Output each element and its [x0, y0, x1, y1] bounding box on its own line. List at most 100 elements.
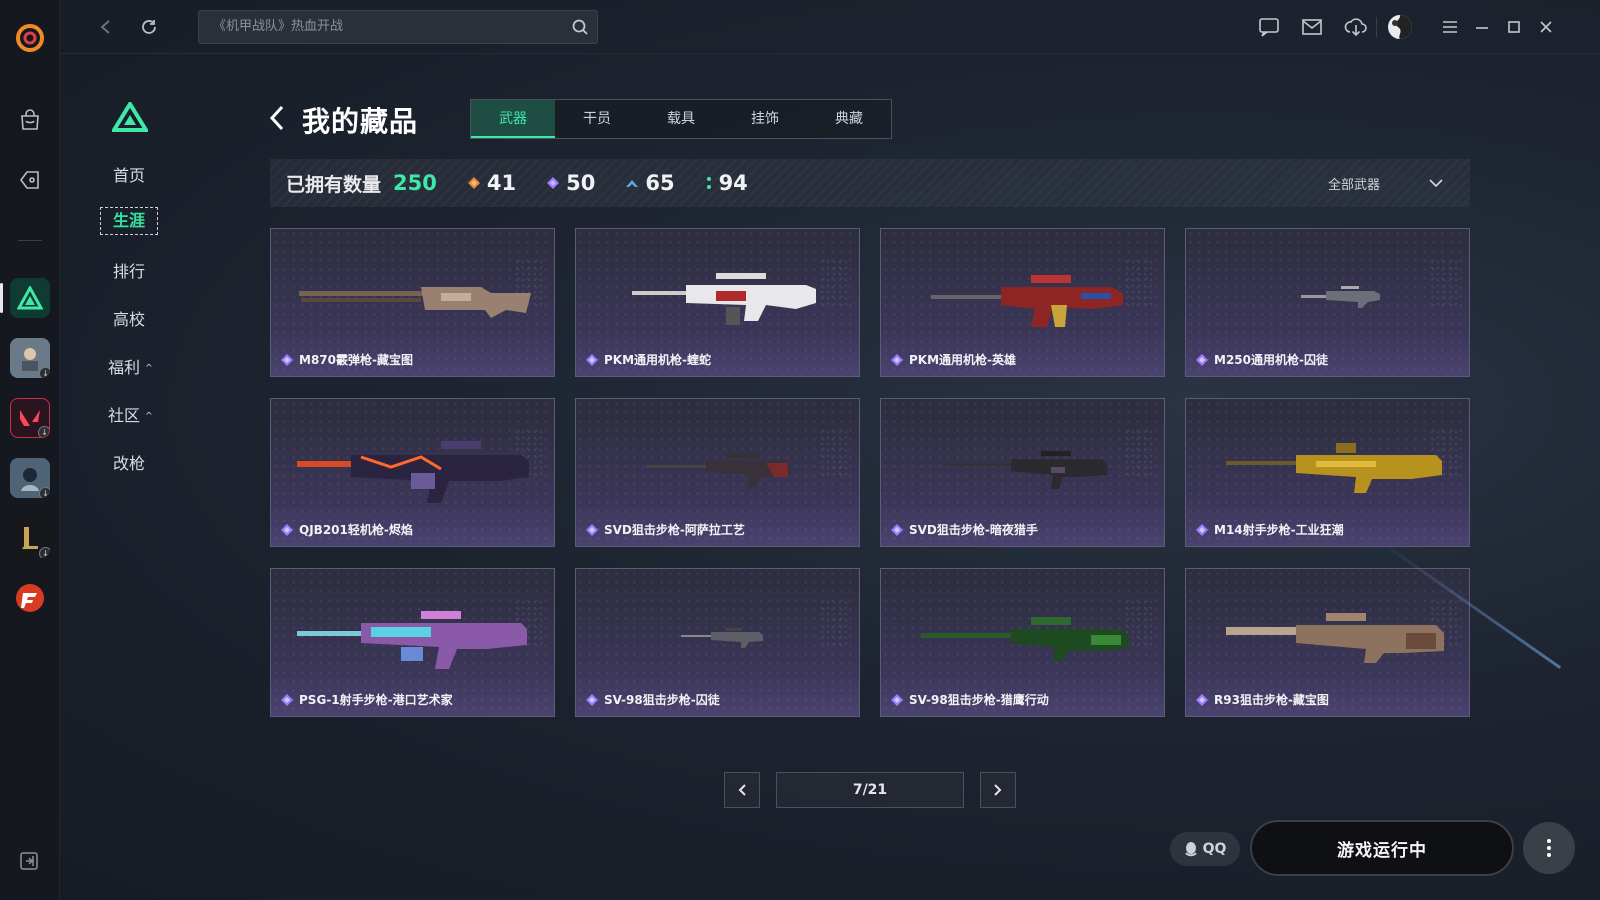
game-running-button[interactable]: 游戏运行中 — [1250, 820, 1514, 876]
mail-icon[interactable] — [1298, 13, 1326, 41]
nav-ranking[interactable]: 排行 — [100, 258, 158, 282]
weapon-card[interactable]: SV-98狙击步枪-猎鹰行动 — [880, 568, 1165, 717]
download-manager-icon[interactable] — [1342, 13, 1370, 41]
search-input[interactable]: 《机甲战队》热血开战 — [198, 10, 598, 44]
weapon-card[interactable]: SVD狙击步枪-暗夜猎手 — [880, 398, 1165, 547]
purple-rarity-icon — [586, 693, 598, 706]
collapse-rail-icon[interactable] — [20, 852, 38, 874]
item-name: M250通用机枪-囚徒 — [1214, 353, 1328, 367]
blue-rarity-stat: 65 — [625, 171, 675, 195]
back-nav-button[interactable] — [92, 14, 118, 40]
weapon-card[interactable]: M250通用机枪-囚徒 — [1185, 228, 1470, 377]
back-arrow-icon[interactable] — [268, 104, 286, 136]
tab-charms[interactable]: 挂饰 — [723, 100, 807, 138]
purple-rarity-stat: 50 — [546, 171, 595, 195]
chevron-left-icon — [738, 784, 746, 796]
chevron-down-icon — [1429, 179, 1443, 188]
nav-college[interactable]: 高校 — [100, 306, 158, 330]
prev-page-button[interactable] — [724, 772, 760, 808]
rail-active-indicator — [0, 283, 3, 313]
item-label: M14射手步枪-工业狂潮 — [1196, 521, 1344, 538]
weapon-card[interactable]: PKM通用机枪-英雄 — [880, 228, 1165, 377]
menu-icon[interactable] — [1436, 13, 1464, 41]
maximize-icon[interactable] — [1500, 13, 1528, 41]
weapon-card[interactable]: QJB201轻机枪-烬焰 — [270, 398, 555, 547]
tab-vehicles[interactable]: 载具 — [639, 100, 723, 138]
weapon-filter-dropdown[interactable]: 全部武器 — [1328, 159, 1444, 207]
purple-rarity-icon — [586, 353, 598, 366]
item-label: SVD狙击步枪-暗夜猎手 — [891, 521, 1038, 538]
tab-operators[interactable]: 干员 — [555, 100, 639, 138]
weapon-card[interactable]: M870霰弹枪-藏宝图 — [270, 228, 555, 377]
machine-gun-image — [632, 273, 816, 325]
purple-rarity-icon — [891, 523, 903, 536]
purple-rarity-icon — [281, 523, 293, 536]
nav-community[interactable]: 社区 ^ — [108, 402, 166, 426]
weapon-card[interactable]: PSG-1射手步枪-港口艺术家 — [270, 568, 555, 717]
qq-label: QQ — [1202, 841, 1227, 857]
nav-welfare[interactable]: 福利 ^ — [108, 354, 166, 378]
weapon-card[interactable]: SV-98狙击步枪-囚徒 — [575, 568, 860, 717]
orange-rarity-stat: 41 — [467, 171, 516, 195]
weapon-card[interactable]: SVD狙击步枪-阿萨拉工艺 — [575, 398, 860, 547]
fantasy-game-icon[interactable]: ↓ — [10, 458, 50, 498]
valorant-game-icon[interactable]: ↓ — [10, 398, 50, 438]
store-bag-icon[interactable] — [10, 100, 50, 140]
owned-count: 250 — [393, 171, 437, 195]
item-name: PKM通用机枪-英雄 — [909, 353, 1017, 367]
tab-collection[interactable]: 典藏 — [807, 100, 891, 138]
item-name: M870霰弹枪-藏宝图 — [299, 353, 413, 367]
close-icon[interactable] — [1532, 13, 1560, 41]
item-name: PSG-1射手步枪-港口艺术家 — [299, 693, 453, 707]
user-avatar[interactable] — [1386, 13, 1414, 41]
more-options-button[interactable] — [1523, 822, 1575, 874]
topbar-divider — [1376, 17, 1377, 37]
pubg-game-icon[interactable]: ↓ — [10, 338, 50, 378]
qq-penguin-icon — [1184, 842, 1197, 857]
item-name: PKM通用机枪-蝰蛇 — [604, 353, 712, 367]
rail-divider — [18, 240, 42, 241]
purple-rarity-icon — [281, 693, 293, 706]
purple-rarity-icon — [1196, 353, 1208, 366]
tag-icon[interactable] — [10, 160, 50, 200]
chat-icon[interactable] — [1255, 13, 1283, 41]
qq-button[interactable]: QQ — [1170, 832, 1240, 866]
app-logo-icon[interactable] — [10, 18, 50, 58]
minimize-icon[interactable] — [1468, 13, 1496, 41]
next-page-button[interactable] — [980, 772, 1016, 808]
app-rail: ↓ ↓ ↓ ↓ — [0, 0, 60, 900]
refresh-button[interactable] — [136, 14, 162, 40]
weapon-card[interactable]: PKM通用机枪-蝰蛇 — [575, 228, 860, 377]
sniper-rifle-image — [921, 617, 1129, 661]
item-label: PKM通用机枪-英雄 — [891, 351, 1016, 368]
chevron-right-icon — [994, 784, 1002, 796]
machine-gun-image — [931, 275, 1123, 327]
item-label: SVD狙击步枪-阿萨拉工艺 — [586, 521, 745, 538]
item-label: R93狙击步枪-藏宝图 — [1196, 691, 1329, 708]
item-name: QJB201轻机枪-烬焰 — [299, 523, 413, 537]
filter-label: 全部武器 — [1327, 177, 1380, 193]
item-name: SV-98狙击步枪-猎鹰行动 — [909, 693, 1049, 707]
weapon-card[interactable]: M14射手步枪-工业狂潮 — [1185, 398, 1470, 547]
orange-count: 41 — [486, 171, 517, 195]
item-label: M250通用机枪-囚徒 — [1196, 351, 1328, 368]
purple-rarity-icon — [891, 353, 903, 366]
item-name: SV-98狙击步枪-囚徒 — [604, 693, 720, 707]
nav-home[interactable]: 首页 — [100, 162, 158, 186]
tab-weapons[interactable]: 武器 — [471, 100, 555, 138]
owned-label: 已拥有数量 — [286, 173, 382, 196]
download-icon: ↓ — [39, 487, 50, 498]
weapon-card[interactable]: R93狙击步枪-藏宝图 — [1185, 568, 1470, 717]
marksman-rifle-image — [1226, 443, 1442, 493]
league-of-legends-icon[interactable]: ↓ — [10, 518, 50, 558]
page-number: 7/21 — [852, 782, 888, 798]
nav-career[interactable]: 生涯 — [100, 207, 158, 235]
delta-force-game-icon[interactable] — [10, 278, 50, 318]
page-title: 我的藏品 — [302, 105, 419, 138]
search-icon[interactable] — [571, 17, 589, 49]
purple-rarity-icon — [1196, 693, 1208, 706]
purple-rarity-icon — [1196, 523, 1208, 536]
crossfire-game-icon[interactable] — [10, 578, 50, 618]
category-tabs: 武器 干员 载具 挂饰 典藏 — [470, 99, 892, 139]
nav-gunsmith[interactable]: 改枪 — [100, 450, 158, 474]
